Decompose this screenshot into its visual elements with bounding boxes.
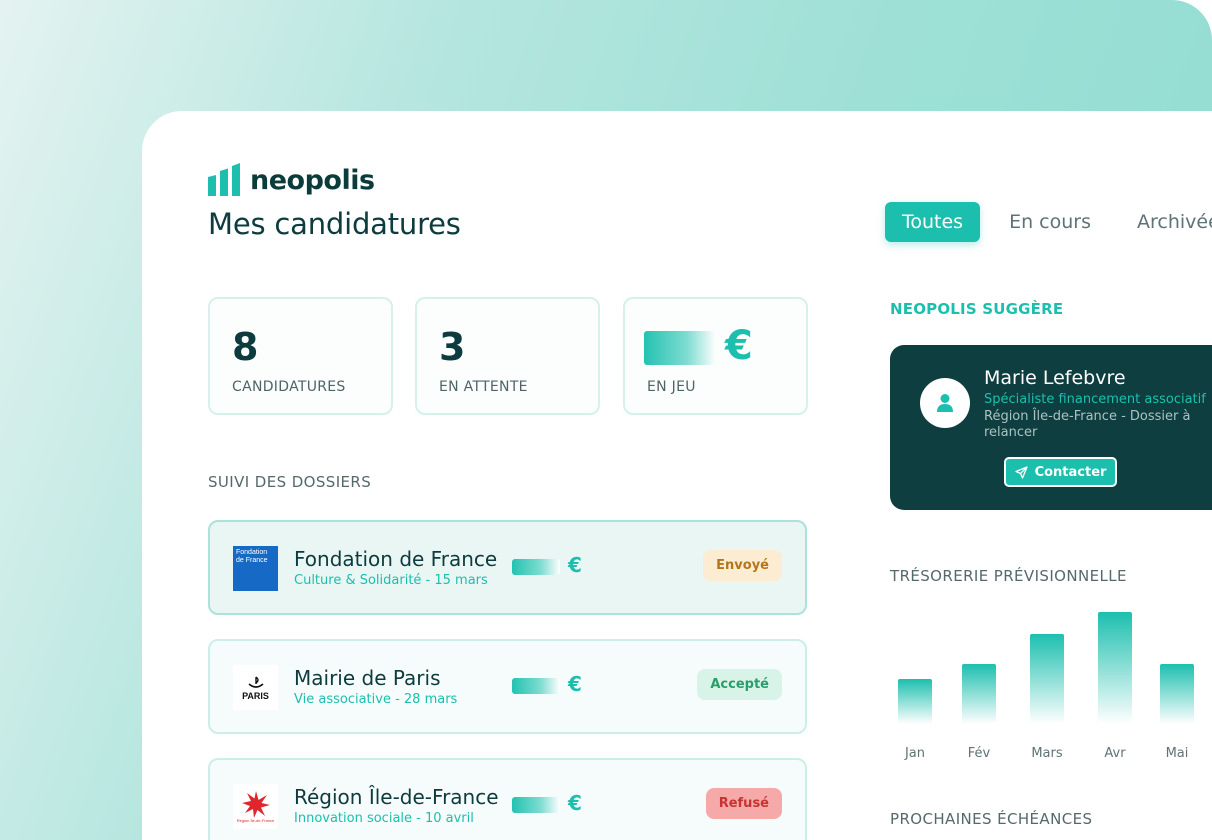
ship-emblem-icon [247,675,264,688]
org-detail: Innovation sociale - 10 avril [294,811,474,826]
euro-symbol: € [725,323,753,369]
page-title: Mes candidatures [208,207,461,241]
euro-symbol: € [568,553,582,577]
main-card: neopolis Mes candidatures Toutes En cour… [142,111,1212,840]
send-icon [1014,465,1028,479]
chart-x-label: Fév [967,746,991,761]
euro-symbol: € [568,672,582,696]
stat-label: EN JEU [647,379,696,395]
status-badge: Accepté [697,669,782,700]
dossier-row[interactable]: Région Île-de-France Région Île-de-Franc… [208,758,807,840]
chart-x-label: Mars [1031,746,1063,761]
hidden-amount-blur [512,678,560,694]
chart-x-label: Mai [1165,746,1189,761]
status-badge: Refusé [705,788,782,819]
stat-candidatures: 8 CANDIDATURES [208,297,393,415]
chart-bar-fév [962,664,996,724]
bars-logo-icon [208,163,240,196]
section-title-tresorerie: TRÉSORERIE PRÉVISIONNELLE [890,567,1127,585]
section-title-suggestion: NEOPOLIS SUGGÈRE [890,300,1064,318]
chart-x-label: Avr [1104,746,1126,761]
chart-x-label: Jan [904,746,926,761]
contact-button-label: Contacter [1034,464,1107,480]
region-ile-de-france-logo: Région Île-de-France [233,784,278,829]
stat-en-attente: 3 EN ATTENTE [415,297,600,415]
section-title-suivi: SUIVI DES DOSSIERS [208,473,372,491]
chart-bar-mai [1160,664,1194,724]
fondation-de-france-logo: Fondation de France [233,546,278,591]
chart-bar-mars [1030,634,1064,724]
hidden-amount-blur [644,331,716,365]
hidden-amount-blur [512,797,560,813]
org-detail: Vie associative - 28 mars [294,692,458,707]
section-title-echeances: PROCHAINES ÉCHÉANCES [890,810,1093,828]
neopolis-logo[interactable]: neopolis [208,163,375,196]
org-name: Fondation de France [294,547,498,571]
tab-archivees[interactable]: Archivées [1120,202,1212,242]
treasury-bar-chart: Jan Fév Mars Avr Mai [890,601,1210,761]
stat-value: 3 [439,325,466,369]
stat-value: 8 [232,325,259,369]
stat-label: CANDIDATURES [232,379,346,395]
hidden-amount-blur [512,559,560,575]
ville-de-paris-logo: PARIS [233,665,278,710]
status-badge: Envoyé [703,550,782,581]
org-name: Mairie de Paris [294,666,441,690]
chart-bar-jan [898,679,932,724]
stat-label: EN ATTENTE [439,379,528,395]
dossier-row[interactable]: PARIS Mairie de Paris Vie associative - … [208,639,807,734]
stat-en-jeu: € EN JEU [623,297,808,415]
org-name: Région Île-de-France [294,785,499,809]
filter-tabs: Toutes En cours Archivées [885,202,1212,242]
brand-name: neopolis [250,165,375,196]
chart-bar-avr [1098,611,1132,724]
tab-en-cours[interactable]: En cours [992,202,1108,242]
contact-description: Région Île-de-France - Dossier à relance… [984,409,1191,440]
org-detail: Culture & Solidarité - 15 mars [294,573,488,588]
user-icon [937,394,953,412]
euro-symbol: € [568,791,582,815]
suggestion-card: Marie Lefebvre Spécialiste financement a… [890,345,1212,510]
tab-toutes[interactable]: Toutes [885,202,981,242]
avatar [920,378,970,428]
red-star-emblem-icon [241,791,270,818]
contact-role: Spécialiste financement associatif [984,392,1206,407]
contact-button[interactable]: Contacter [1004,457,1117,487]
contact-name: Marie Lefebvre [984,367,1126,389]
dossier-row[interactable]: Fondation de France Fondation de France … [208,520,807,615]
